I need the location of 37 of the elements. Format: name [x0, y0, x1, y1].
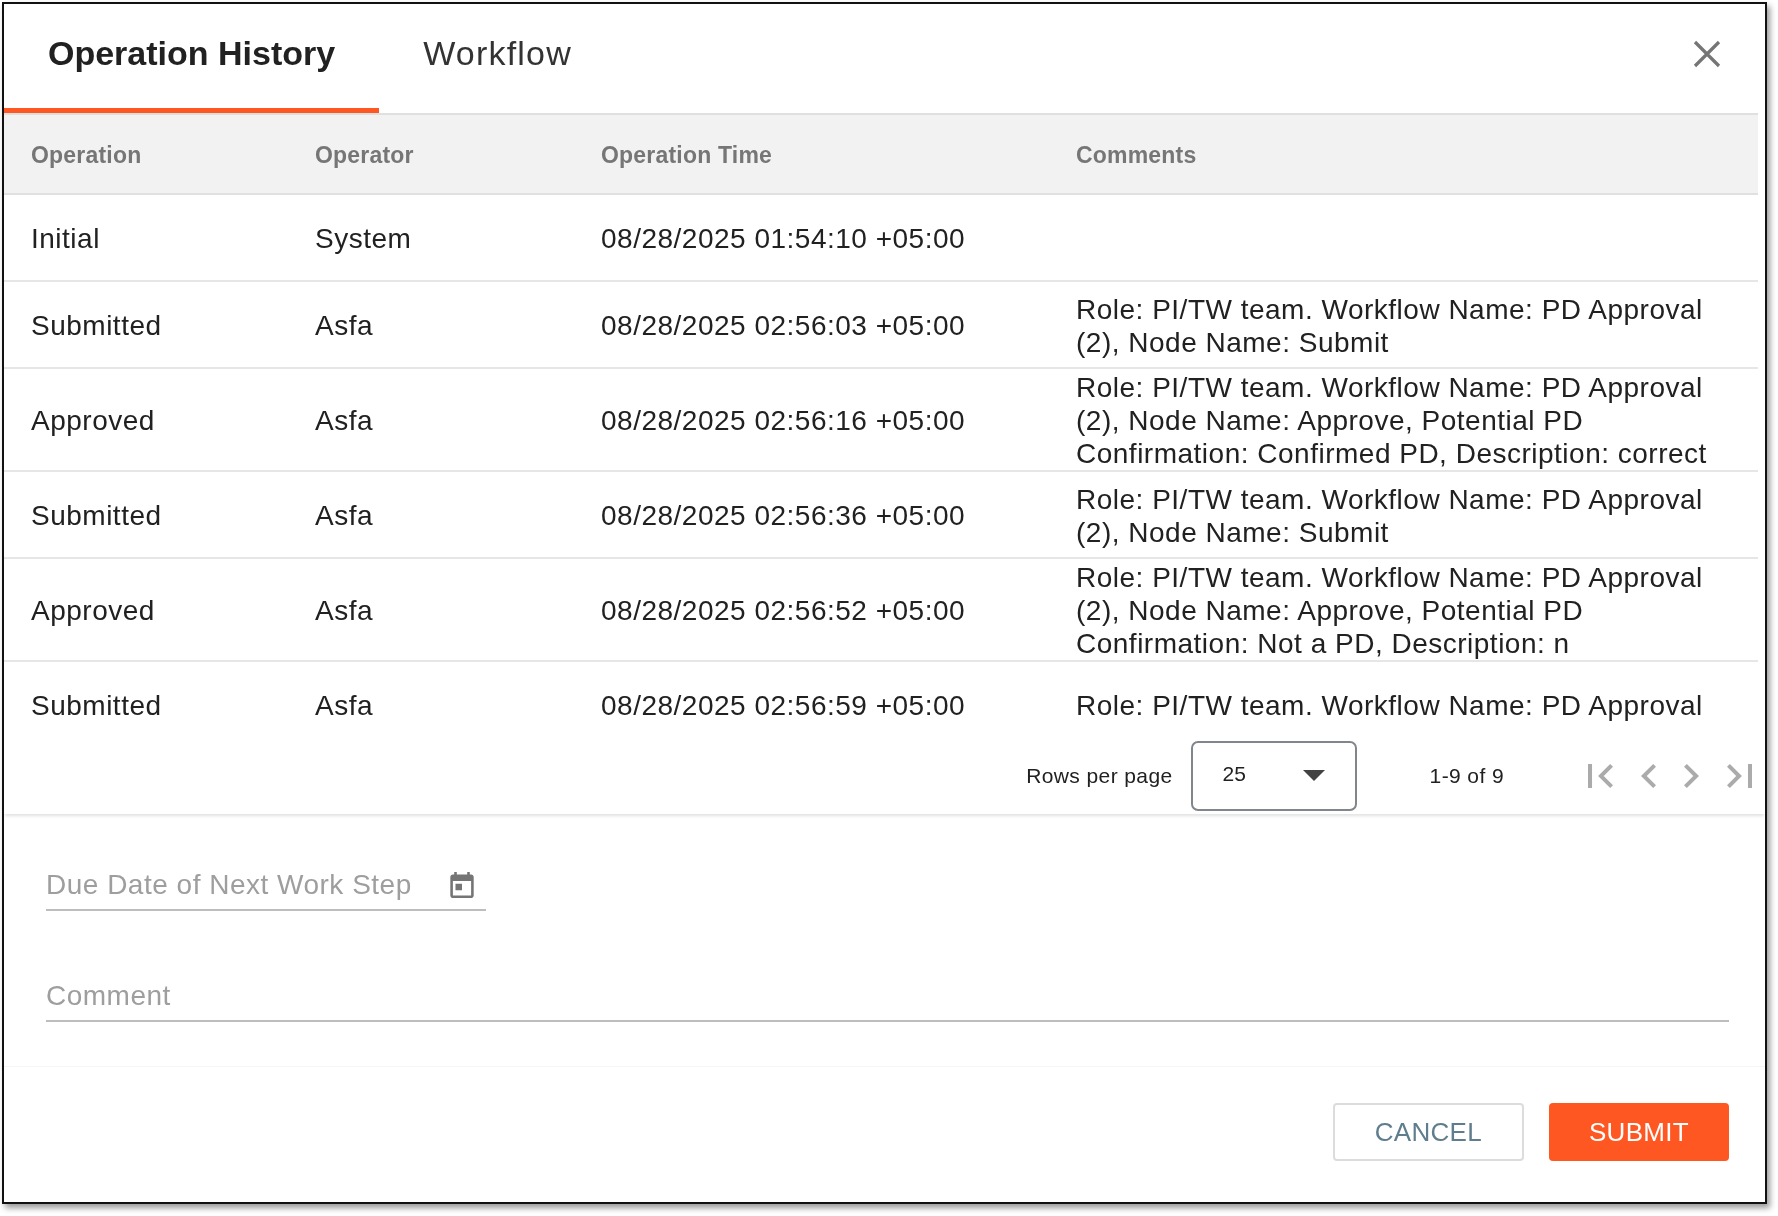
table-cell: 08/28/2025 02:56:16 +05:00	[601, 404, 966, 437]
table-cell: 08/28/2025 02:56:36 +05:00	[601, 499, 966, 532]
table-cell: System	[315, 222, 412, 255]
table-cell: Submitted	[31, 689, 162, 722]
date-field[interactable]: Due Date of Next Work Step	[46, 861, 486, 911]
tab[interactable]: Workflow	[379, 4, 616, 113]
rows-per-page-select[interactable]: 25	[1190, 740, 1357, 811]
table-cell: 08/28/2025 01:54:10 +05:00	[601, 222, 966, 255]
table-cell: 08/28/2025 02:56:03 +05:00	[601, 309, 966, 342]
caret-icon	[1302, 770, 1325, 781]
table-cell: Initial	[31, 222, 100, 255]
table-cell: Role: PI/TW team. Workflow Name: PD Approval	[1076, 689, 1703, 722]
rows-per-page-label: Rows per page	[1026, 763, 1173, 788]
table-cell-text: Role: PI/TW team. Workflow Name: PD Approval (2), Node Name: Approve, Potential PD Confirmation: Not a PD, Description: n	[1076, 561, 1704, 660]
table-cell: 08/28/2025 02:56:59 +05:00	[601, 689, 966, 722]
table-cell: Asfa	[315, 499, 374, 532]
table-cell: Asfa	[315, 689, 374, 722]
cancel-button[interactable]: CANCEL	[1332, 1103, 1524, 1161]
column-header: Operation Time	[601, 141, 773, 169]
table-cell: Asfa	[315, 594, 374, 627]
table-cell: Approved	[31, 404, 155, 437]
column-header: Operation	[31, 141, 142, 169]
table-cell-text: Role: PI/TW team. Workflow Name: PD Approval (2), Node Name: Submit	[1076, 482, 1704, 549]
calendar-icon[interactable]	[450, 872, 474, 898]
column-header: Operator	[315, 141, 414, 169]
table-cell: Submitted	[31, 499, 162, 532]
table-cell: Approved	[31, 594, 155, 627]
table-cell-text: Role: PI/TW team. Workflow Name: PD Approval (2), Node Name: Submit	[1076, 292, 1704, 359]
table-cell: Asfa	[315, 309, 374, 342]
table-cell: 08/28/2025 02:56:52 +05:00	[601, 594, 966, 627]
table-cell: Asfa	[315, 404, 374, 437]
table-cell: Submitted	[31, 309, 162, 342]
column-header: Comments	[1076, 141, 1197, 169]
comment-field[interactable]: Comment	[46, 972, 1729, 1022]
close-icon[interactable]	[1693, 40, 1721, 68]
page-range: 1-9 of 9	[1429, 763, 1504, 788]
table-cell-text: Role: PI/TW team. Workflow Name: PD Approval (2), Node Name: Approve, Potential PD Confirmation: Confirmed PD, Description: correct	[1076, 371, 1708, 470]
